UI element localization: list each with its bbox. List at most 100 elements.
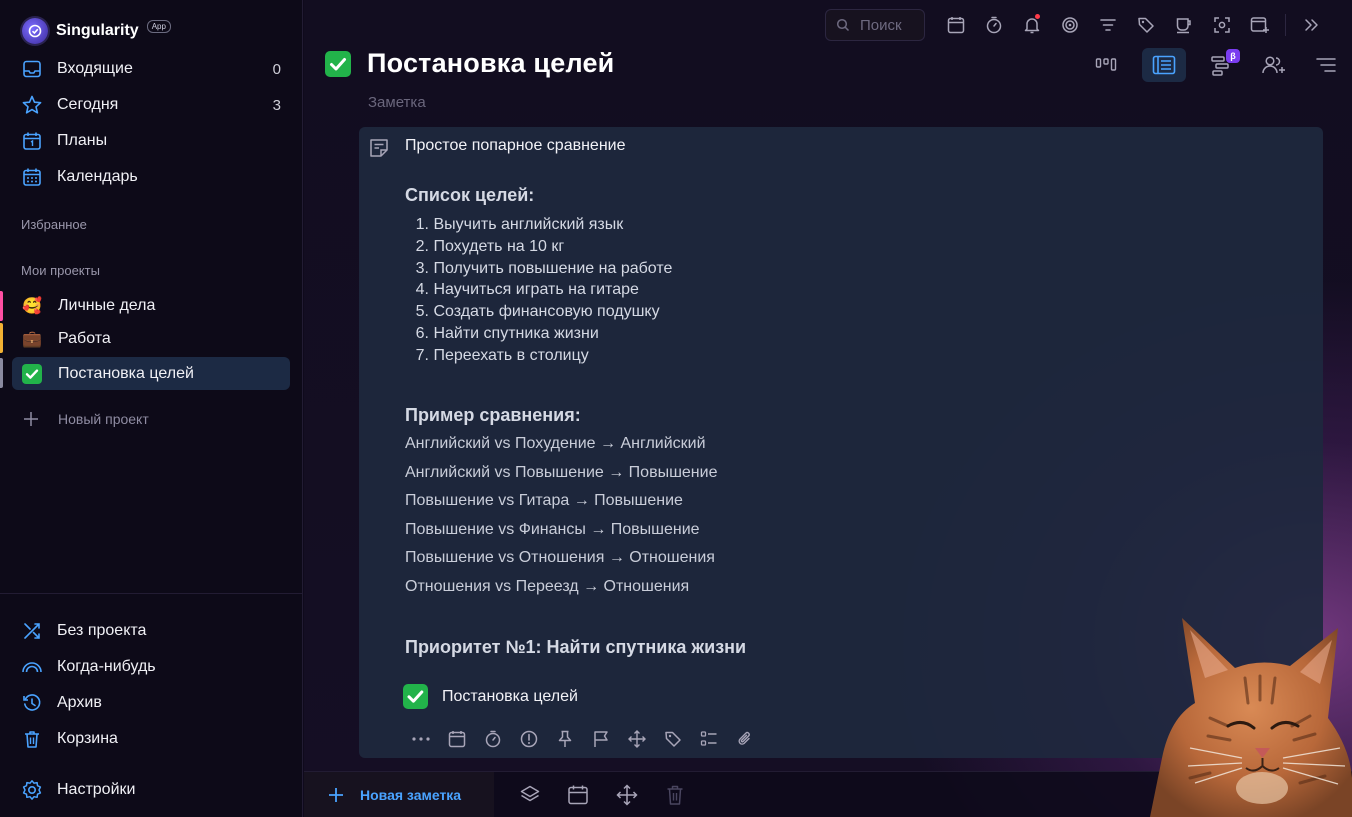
list-item: 3. Получить повышение на работе bbox=[415, 259, 673, 277]
layers-button[interactable] bbox=[518, 783, 542, 807]
app-name: Singularity bbox=[56, 22, 139, 39]
share-users-button[interactable] bbox=[1248, 48, 1300, 82]
date-button[interactable] bbox=[439, 727, 475, 751]
move-arrows-icon bbox=[616, 784, 638, 806]
more-button[interactable] bbox=[403, 727, 439, 751]
project-item-goal-setting[interactable]: Постановка целей bbox=[12, 357, 290, 390]
project-item-work[interactable]: 💼 Работа bbox=[12, 322, 290, 355]
paperclip-icon bbox=[738, 731, 750, 745]
more-dots-icon bbox=[412, 737, 430, 741]
move-button[interactable] bbox=[619, 727, 655, 751]
add-window-button[interactable] bbox=[1241, 9, 1279, 41]
note-icon bbox=[368, 137, 390, 159]
calendar-icon bbox=[947, 17, 965, 34]
brand[interactable]: Singularity App bbox=[22, 18, 171, 44]
nav-label: Сегодня bbox=[57, 96, 119, 113]
calendar-icon bbox=[568, 785, 588, 805]
double-chevron-right-icon bbox=[1305, 19, 1318, 31]
timer-toolbar-button[interactable] bbox=[975, 9, 1013, 41]
secondary-nav: Без проекта Когда-нибудь Архив Корзина bbox=[0, 613, 303, 757]
flag-button[interactable] bbox=[583, 727, 619, 751]
plans-calendar-icon bbox=[21, 130, 43, 152]
pin-button[interactable] bbox=[547, 727, 583, 751]
delete-bulk-button[interactable] bbox=[663, 783, 687, 807]
list-item: 5. Создать финансовую подушку bbox=[415, 303, 660, 321]
list-view-button[interactable] bbox=[1142, 48, 1186, 82]
move-bulk-button[interactable] bbox=[615, 783, 639, 807]
list-item: 1. Выучить английский язык bbox=[415, 216, 624, 233]
calendar-icon bbox=[448, 731, 466, 748]
nav-item-inbox[interactable]: Входящие 0 bbox=[0, 51, 303, 87]
nav-count: 0 bbox=[272, 60, 281, 78]
break-toolbar-button[interactable] bbox=[1165, 9, 1203, 41]
flag-icon bbox=[594, 731, 608, 747]
page-subtitle[interactable]: Заметка bbox=[368, 94, 426, 111]
check-mark-icon bbox=[403, 684, 428, 709]
check-mark-icon bbox=[325, 50, 351, 77]
search-input[interactable]: Поиск bbox=[825, 9, 925, 41]
new-project-label: Новый проект bbox=[58, 411, 149, 427]
tags-toolbar-button[interactable] bbox=[1127, 9, 1165, 41]
trash-icon bbox=[21, 728, 43, 750]
new-note-button[interactable]: Новая заметка bbox=[304, 772, 494, 817]
tag-button[interactable] bbox=[655, 727, 691, 751]
search-icon bbox=[836, 18, 850, 32]
checklist-button[interactable] bbox=[691, 727, 727, 751]
cat-mascot-image bbox=[1150, 608, 1352, 817]
no-project-icon bbox=[21, 620, 43, 642]
focus-toolbar-button[interactable] bbox=[1203, 9, 1241, 41]
project-label: Личные дела bbox=[58, 296, 156, 314]
expand-panel-button[interactable] bbox=[1292, 9, 1330, 41]
notifications-button[interactable] bbox=[1013, 9, 1051, 41]
sidebar-divider bbox=[0, 593, 303, 594]
gear-icon bbox=[21, 779, 43, 801]
star-icon bbox=[21, 94, 43, 116]
nav-item-calendar[interactable]: Календарь bbox=[0, 159, 303, 195]
nav-item-archive[interactable]: Архив bbox=[0, 685, 303, 721]
projects-title[interactable]: Мои проекты bbox=[21, 263, 100, 278]
favorites-title[interactable]: Избранное bbox=[21, 217, 87, 232]
toolbar-separator bbox=[1285, 14, 1286, 36]
sidebar: Singularity App Входящие 0 Сегодня 3 Пла… bbox=[0, 0, 303, 817]
filter-icon bbox=[1100, 19, 1116, 31]
comparison-line: Повышение vs Гитара → Повышение bbox=[405, 492, 683, 510]
comparison-line: Английский vs Повышение → Повышение bbox=[405, 463, 718, 481]
gantt-view-button[interactable]: β bbox=[1196, 48, 1248, 82]
list-item: 2. Похудеть на 10 кг bbox=[415, 237, 565, 255]
nav-item-today[interactable]: Сегодня 3 bbox=[0, 87, 303, 123]
nav-item-someday[interactable]: Когда-нибудь bbox=[0, 649, 303, 685]
habits-toolbar-button[interactable] bbox=[1051, 9, 1089, 41]
page-title[interactable]: Постановка целей bbox=[367, 48, 614, 79]
board-view-button[interactable] bbox=[1080, 48, 1132, 82]
nav-item-settings[interactable]: Настройки bbox=[0, 772, 303, 808]
project-label: Работа bbox=[58, 329, 111, 347]
linked-task[interactable]: Постановка целей bbox=[403, 684, 578, 709]
project-color-bar bbox=[0, 323, 3, 353]
app-badge: App bbox=[146, 19, 171, 33]
attach-button[interactable] bbox=[727, 727, 763, 751]
nav-item-trash[interactable]: Корзина bbox=[0, 721, 303, 757]
view-switcher: β bbox=[1080, 48, 1352, 82]
top-toolbar: Поиск bbox=[825, 9, 1330, 41]
nav-item-no-project[interactable]: Без проекта bbox=[0, 613, 303, 649]
notification-dot bbox=[1035, 14, 1040, 19]
goals-list: 1. Выучить английский язык 2. Похудеть н… bbox=[405, 216, 673, 369]
timer-button[interactable] bbox=[475, 727, 511, 751]
filter-toolbar-button[interactable] bbox=[1089, 9, 1127, 41]
sort-button[interactable] bbox=[1300, 48, 1352, 82]
plus-icon bbox=[328, 787, 344, 803]
stopwatch-icon bbox=[485, 730, 501, 748]
nav-item-plans[interactable]: Планы bbox=[0, 123, 303, 159]
search-placeholder: Поиск bbox=[860, 16, 902, 34]
priority-button[interactable] bbox=[511, 727, 547, 751]
comparison-line: Повышение vs Финансы → Повышение bbox=[405, 520, 700, 538]
beta-badge: β bbox=[1226, 49, 1240, 63]
comparison-list: Английский vs Похудение → Английский Анг… bbox=[405, 435, 717, 607]
note-header: Простое попарное сравнение bbox=[405, 137, 626, 154]
check-mark-icon bbox=[21, 363, 43, 385]
project-item-personal[interactable]: 🥰 Личные дела bbox=[12, 289, 290, 322]
archive-icon bbox=[21, 692, 43, 714]
date-bulk-button[interactable] bbox=[566, 783, 590, 807]
new-project-button[interactable]: Новый проект bbox=[22, 410, 149, 428]
calendar-toolbar-button[interactable] bbox=[937, 9, 975, 41]
